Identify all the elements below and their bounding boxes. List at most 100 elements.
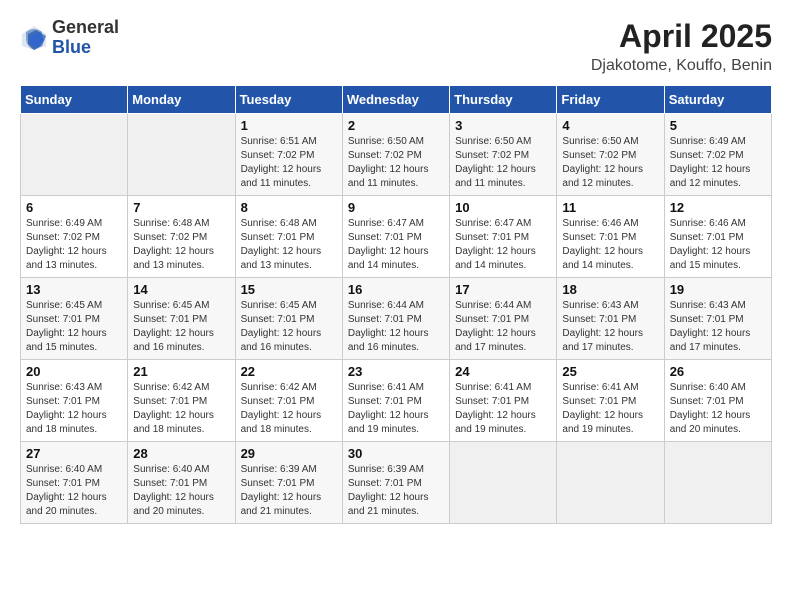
day-info: Sunrise: 6:43 AM Sunset: 7:01 PM Dayligh…	[670, 299, 766, 355]
day-info: Sunrise: 6:43 AM Sunset: 7:01 PM Dayligh…	[562, 299, 658, 355]
day-number: 19	[670, 282, 766, 297]
week-row-4: 20 Sunrise: 6:43 AM Sunset: 7:01 PM Dayli…	[21, 360, 772, 442]
day-info: Sunrise: 6:39 AM Sunset: 7:01 PM Dayligh…	[348, 463, 444, 519]
week-row-1: 1 Sunrise: 6:51 AM Sunset: 7:02 PM Daylig…	[21, 114, 772, 196]
col-saturday: Saturday	[664, 86, 771, 114]
logo-blue-text: Blue	[52, 38, 119, 58]
day-info: Sunrise: 6:46 AM Sunset: 7:01 PM Dayligh…	[670, 217, 766, 273]
day-info: Sunrise: 6:43 AM Sunset: 7:01 PM Dayligh…	[26, 381, 122, 437]
day-number: 20	[26, 364, 122, 379]
calendar-header: Sunday Monday Tuesday Wednesday Thursday…	[21, 86, 772, 114]
day-number: 5	[670, 118, 766, 133]
day-number: 27	[26, 446, 122, 461]
week-row-5: 27 Sunrise: 6:40 AM Sunset: 7:01 PM Dayli…	[21, 442, 772, 524]
day-number: 12	[670, 200, 766, 215]
day-info: Sunrise: 6:48 AM Sunset: 7:01 PM Dayligh…	[241, 217, 337, 273]
day-info: Sunrise: 6:47 AM Sunset: 7:01 PM Dayligh…	[348, 217, 444, 273]
day-number: 4	[562, 118, 658, 133]
day-number: 21	[133, 364, 229, 379]
col-sunday: Sunday	[21, 86, 128, 114]
day-cell: 30Sunrise: 6:39 AM Sunset: 7:01 PM Dayli…	[342, 442, 449, 524]
day-cell: 13 Sunrise: 6:45 AM Sunset: 7:01 PM Dayli…	[21, 278, 128, 360]
day-number: 16	[348, 282, 444, 297]
day-number: 2	[348, 118, 444, 133]
day-number: 29	[241, 446, 337, 461]
day-number: 26	[670, 364, 766, 379]
day-cell: 17Sunrise: 6:44 AM Sunset: 7:01 PM Dayli…	[450, 278, 557, 360]
col-tuesday: Tuesday	[235, 86, 342, 114]
day-cell: 4Sunrise: 6:50 AM Sunset: 7:02 PM Daylig…	[557, 114, 664, 196]
day-number: 9	[348, 200, 444, 215]
day-number: 15	[241, 282, 337, 297]
page: General Blue April 2025 Djakotome, Kouff…	[0, 0, 792, 612]
day-number: 10	[455, 200, 551, 215]
week-row-3: 13 Sunrise: 6:45 AM Sunset: 7:01 PM Dayli…	[21, 278, 772, 360]
day-number: 23	[348, 364, 444, 379]
day-cell: 21Sunrise: 6:42 AM Sunset: 7:01 PM Dayli…	[128, 360, 235, 442]
day-cell: 16 Sunrise: 6:44 AM Sunset: 7:01 PM Dayli…	[342, 278, 449, 360]
day-info: Sunrise: 6:49 AM Sunset: 7:02 PM Dayligh…	[26, 217, 122, 273]
day-cell: 15 Sunrise: 6:45 AM Sunset: 7:01 PM Dayli…	[235, 278, 342, 360]
day-info: Sunrise: 6:44 AM Sunset: 7:01 PM Dayligh…	[348, 299, 444, 355]
day-info: Sunrise: 6:41 AM Sunset: 7:01 PM Dayligh…	[455, 381, 551, 437]
day-cell: 2 Sunrise: 6:50 AM Sunset: 7:02 PM Daylig…	[342, 114, 449, 196]
day-info: Sunrise: 6:45 AM Sunset: 7:01 PM Dayligh…	[241, 299, 337, 355]
day-number: 11	[562, 200, 658, 215]
sub-title: Djakotome, Kouffo, Benin	[591, 57, 772, 75]
day-cell: 28 Sunrise: 6:40 AM Sunset: 7:01 PM Dayli…	[128, 442, 235, 524]
day-info: Sunrise: 6:47 AM Sunset: 7:01 PM Dayligh…	[455, 217, 551, 273]
day-number: 24	[455, 364, 551, 379]
logo-icon	[20, 24, 48, 52]
day-number: 8	[241, 200, 337, 215]
day-cell: 22 Sunrise: 6:42 AM Sunset: 7:01 PM Dayli…	[235, 360, 342, 442]
main-title: April 2025	[591, 18, 772, 55]
day-cell	[664, 442, 771, 524]
day-info: Sunrise: 6:40 AM Sunset: 7:01 PM Dayligh…	[26, 463, 122, 519]
header-row: Sunday Monday Tuesday Wednesday Thursday…	[21, 86, 772, 114]
col-wednesday: Wednesday	[342, 86, 449, 114]
col-monday: Monday	[128, 86, 235, 114]
day-info: Sunrise: 6:51 AM Sunset: 7:02 PM Dayligh…	[241, 135, 337, 191]
day-number: 22	[241, 364, 337, 379]
day-info: Sunrise: 6:41 AM Sunset: 7:01 PM Dayligh…	[348, 381, 444, 437]
logo-text: General Blue	[52, 18, 119, 58]
day-info: Sunrise: 6:41 AM Sunset: 7:01 PM Dayligh…	[562, 381, 658, 437]
day-cell	[21, 114, 128, 196]
day-number: 13	[26, 282, 122, 297]
day-number: 7	[133, 200, 229, 215]
day-info: Sunrise: 6:40 AM Sunset: 7:01 PM Dayligh…	[670, 381, 766, 437]
week-row-2: 6 Sunrise: 6:49 AM Sunset: 7:02 PM Daylig…	[21, 196, 772, 278]
day-cell: 7 Sunrise: 6:48 AM Sunset: 7:02 PM Daylig…	[128, 196, 235, 278]
day-info: Sunrise: 6:39 AM Sunset: 7:01 PM Dayligh…	[241, 463, 337, 519]
day-cell: 26 Sunrise: 6:40 AM Sunset: 7:01 PM Dayli…	[664, 360, 771, 442]
day-number: 3	[455, 118, 551, 133]
day-number: 17	[455, 282, 551, 297]
day-cell: 5Sunrise: 6:49 AM Sunset: 7:02 PM Daylig…	[664, 114, 771, 196]
day-number: 18	[562, 282, 658, 297]
logo-general-text: General	[52, 18, 119, 38]
calendar-body: 1 Sunrise: 6:51 AM Sunset: 7:02 PM Daylig…	[21, 114, 772, 524]
day-info: Sunrise: 6:48 AM Sunset: 7:02 PM Dayligh…	[133, 217, 229, 273]
day-info: Sunrise: 6:40 AM Sunset: 7:01 PM Dayligh…	[133, 463, 229, 519]
day-cell	[557, 442, 664, 524]
day-number: 28	[133, 446, 229, 461]
day-cell: 25 Sunrise: 6:41 AM Sunset: 7:01 PM Dayli…	[557, 360, 664, 442]
day-number: 14	[133, 282, 229, 297]
day-number: 6	[26, 200, 122, 215]
day-cell: 24 Sunrise: 6:41 AM Sunset: 7:01 PM Dayli…	[450, 360, 557, 442]
col-friday: Friday	[557, 86, 664, 114]
day-cell: 18 Sunrise: 6:43 AM Sunset: 7:01 PM Dayli…	[557, 278, 664, 360]
header: General Blue April 2025 Djakotome, Kouff…	[20, 18, 772, 75]
day-info: Sunrise: 6:45 AM Sunset: 7:01 PM Dayligh…	[133, 299, 229, 355]
day-cell: 14 Sunrise: 6:45 AM Sunset: 7:01 PM Dayli…	[128, 278, 235, 360]
day-cell: 8 Sunrise: 6:48 AM Sunset: 7:01 PM Daylig…	[235, 196, 342, 278]
day-cell: 3 Sunrise: 6:50 AM Sunset: 7:02 PM Daylig…	[450, 114, 557, 196]
day-info: Sunrise: 6:50 AM Sunset: 7:02 PM Dayligh…	[348, 135, 444, 191]
title-block: April 2025 Djakotome, Kouffo, Benin	[591, 18, 772, 75]
day-info: Sunrise: 6:50 AM Sunset: 7:02 PM Dayligh…	[455, 135, 551, 191]
day-info: Sunrise: 6:45 AM Sunset: 7:01 PM Dayligh…	[26, 299, 122, 355]
day-number: 1	[241, 118, 337, 133]
day-number: 25	[562, 364, 658, 379]
day-cell	[128, 114, 235, 196]
day-info: Sunrise: 6:42 AM Sunset: 7:01 PM Dayligh…	[241, 381, 337, 437]
